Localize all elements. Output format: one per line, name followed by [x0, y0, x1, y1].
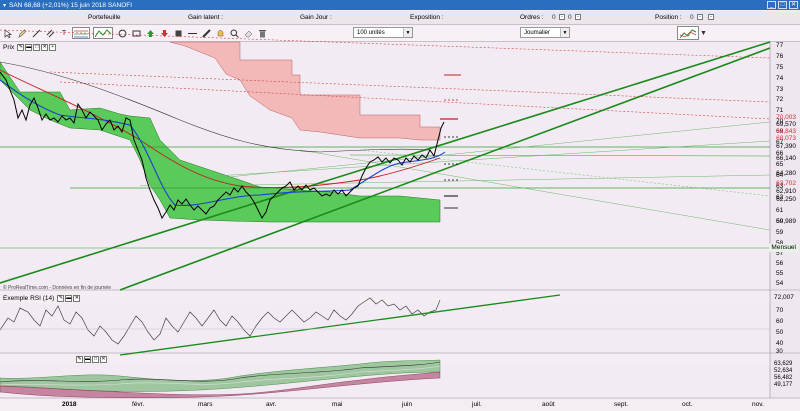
rsi-panel-header: Exemple RSI (14) ✎ ▬ ✕ — [0, 294, 81, 303]
y-tick: 72 — [776, 96, 784, 103]
rsi-y-tick: 40 — [776, 340, 784, 347]
x-tick: juin — [402, 401, 413, 408]
panel-settings-button[interactable]: ✎ — [57, 295, 65, 302]
panel-add-button[interactable]: + — [49, 44, 57, 51]
price-tag: 67,390 — [776, 143, 796, 150]
panel-restore-button[interactable]: □ — [92, 356, 99, 363]
rsi-y-tick: 50 — [776, 329, 784, 336]
x-tick: mars — [198, 401, 213, 408]
panel-close-button[interactable]: ✕ — [41, 44, 49, 51]
price-panel-header: Prix ✎ ▬ □ ✕ + — [0, 43, 57, 52]
panel-settings-button[interactable]: ✎ — [17, 44, 25, 51]
rsi-y-tick: 60 — [776, 318, 784, 325]
y-tick: 71 — [776, 107, 784, 114]
x-tick: oct. — [682, 401, 693, 408]
y-tick: 77 — [776, 42, 784, 49]
rsi-y-tick: 70 — [776, 307, 784, 314]
y-tick: 59 — [776, 229, 784, 236]
x-tick: nov. — [752, 401, 764, 408]
price-tag: 66,140 — [776, 155, 796, 162]
price-tag: 62,910 — [776, 188, 796, 195]
y-tick: 75 — [776, 64, 784, 71]
x-tick: 2018 — [62, 401, 77, 408]
price-tag: 63,702 — [776, 180, 796, 187]
panel-restore-button[interactable]: □ — [33, 44, 41, 51]
y-tick: 54 — [776, 280, 784, 287]
price-tag: Mensuel — [769, 244, 798, 252]
panel-minimize-button[interactable]: ▬ — [25, 44, 33, 51]
x-tick: juil. — [472, 401, 482, 408]
price-tag: 68,073 — [776, 135, 796, 142]
price-tag: 59,989 — [776, 218, 796, 225]
price-panel-title: Prix — [3, 44, 15, 51]
rsi-y-tick: 30 — [776, 349, 783, 355]
y-tick: 55 — [776, 270, 784, 277]
bottom-y-tick: 63,629 — [774, 361, 793, 367]
x-tick: mai — [332, 401, 343, 408]
x-tick: sept. — [614, 401, 629, 408]
bottom-y-tick: 52,634 — [774, 368, 793, 374]
x-tick: avr. — [266, 401, 277, 408]
source-note: © ProRealTime.com - Données en fin de jo… — [3, 285, 111, 291]
panel-close-button[interactable]: ✕ — [100, 356, 107, 363]
panel-minimize-button[interactable]: ▬ — [65, 295, 73, 302]
y-tick: 74 — [776, 75, 784, 82]
panel-close-button[interactable]: ✕ — [73, 295, 81, 302]
panel-settings-button[interactable]: ✎ — [76, 356, 83, 363]
bottom-y-tick: 56,482 — [774, 375, 793, 381]
price-tag: 64,280 — [776, 170, 796, 177]
y-tick: 76 — [776, 53, 784, 60]
rsi-panel-title: Exemple RSI (14) — [3, 295, 55, 302]
y-tick: 61 — [776, 207, 784, 214]
y-tick: 73 — [776, 86, 784, 93]
panel-minimize-button[interactable]: ▬ — [84, 356, 91, 363]
rsi-y-tick: 72,007 — [774, 294, 794, 301]
x-tick: févr. — [132, 401, 145, 408]
price-tag: 62,250 — [776, 196, 796, 203]
bottom-y-tick: 49,177 — [774, 382, 793, 388]
trading-window: ▾ SAN 68,68 (+2,01%) 15 juin 2018 SANOFI… — [0, 0, 800, 411]
bottom-panel-header: ✎ ▬ □ ✕ — [76, 355, 108, 364]
x-tick: août — [542, 401, 555, 408]
chart-canvas[interactable] — [0, 0, 800, 411]
y-tick: 56 — [776, 260, 784, 267]
